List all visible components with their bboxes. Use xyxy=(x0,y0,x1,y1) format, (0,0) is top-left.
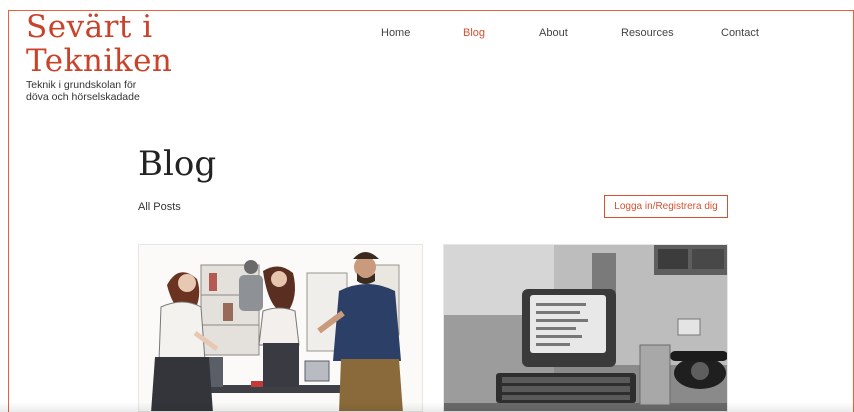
nav-resources[interactable]: Resources xyxy=(621,27,674,39)
nav-contact[interactable]: Contact xyxy=(721,27,759,39)
post-image-illustration xyxy=(139,245,422,411)
site-title-line2: Tekniken xyxy=(26,43,173,79)
site-subtitle: Teknik i grundskolan för döva och hörsel… xyxy=(26,79,140,103)
page-title: Blog xyxy=(138,144,217,184)
post-card-1[interactable] xyxy=(138,244,423,412)
main-nav: Home Blog About Resources Contact xyxy=(0,27,854,41)
login-register-button[interactable]: Logga in/Registrera dig xyxy=(604,195,728,218)
site-logo[interactable]: Sevärt i Tekniken Teknik i grundskolan f… xyxy=(26,10,172,103)
nav-home[interactable]: Home xyxy=(381,27,410,39)
post-image-vintage-computer xyxy=(444,245,727,411)
all-posts-filter[interactable]: All Posts xyxy=(138,201,181,213)
post-card-2[interactable] xyxy=(443,244,728,412)
bottom-fade xyxy=(0,402,854,412)
nav-blog[interactable]: Blog xyxy=(463,27,485,39)
nav-about[interactable]: About xyxy=(539,27,568,39)
